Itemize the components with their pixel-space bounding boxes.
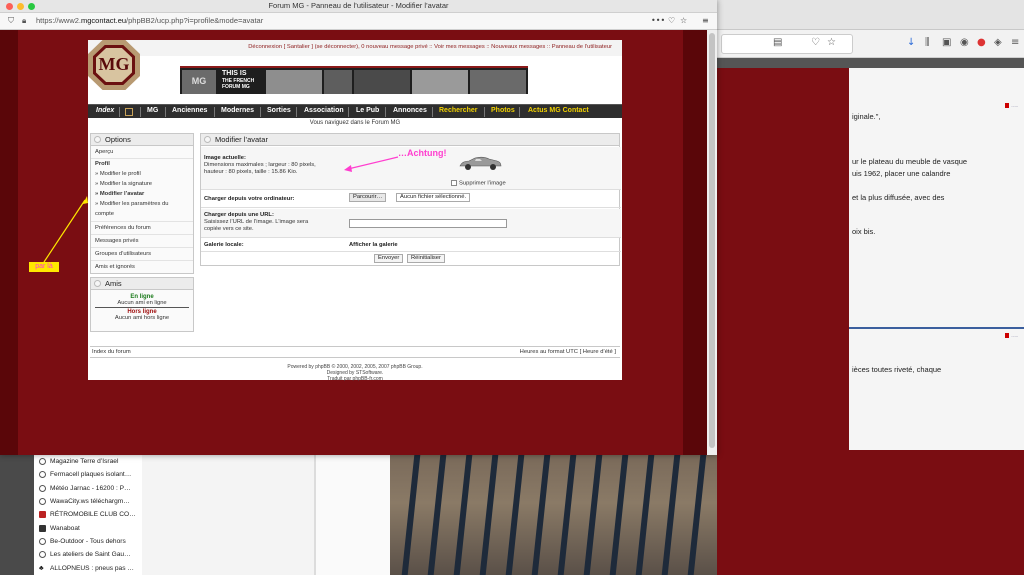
globe-icon	[39, 471, 46, 479]
library-icon[interactable]: ⫼	[925, 37, 930, 48]
bookmarks-list: Magazine Terre d’Israel Fermacell plaque…	[34, 455, 142, 575]
background-toolbar: ▤ ♡ ☆ ↓ ⫼ ▣ ◉ ● ◈ ≡	[717, 30, 1024, 58]
bookmark-item[interactable]: RÉTROMOBILE CLUB CO…	[34, 508, 142, 521]
bookmark-item[interactable]: ♣ ALLOPNEUS : pneus pas …	[34, 561, 142, 574]
background-text-line: ièces toutes riveté, chaque	[852, 365, 942, 374]
achtung-annotation: …Achtung!	[398, 148, 447, 158]
globe-icon	[39, 537, 46, 545]
background-text-line: ur le plateau du meuble de vasque	[852, 157, 968, 166]
background-photo	[390, 455, 717, 575]
bookmark-item[interactable]: Météo Jarnac - 16200 : P…	[34, 482, 142, 495]
bookmark-item[interactable]: Fermacell plaques isolant…	[34, 468, 142, 481]
bookmark-item[interactable]: Wanaboat	[34, 521, 142, 534]
reader-icon[interactable]: ▤	[773, 37, 782, 48]
background-browser-window: ▤ ♡ ☆ ↓ ⫼ ▣ ◉ ● ◈ ≡ ...... iginale.", ur…	[717, 0, 1024, 575]
globe-icon	[39, 484, 46, 492]
site-icon	[39, 524, 46, 532]
bookmark-item[interactable]: Les ateliers de Saint Gau…	[34, 548, 142, 561]
bookmark-item[interactable]: Be-Outdoor - Tous dehors	[34, 535, 142, 548]
background-text-line: uis 1962, placer une calandre	[852, 169, 951, 178]
post-badge: ......	[1005, 333, 1018, 339]
bookmark-item[interactable]: Magazine Terre d’Israel	[34, 455, 142, 468]
background-site-bar	[717, 58, 1024, 68]
par-la-annotation: par là	[29, 262, 59, 272]
desktop-strip	[0, 455, 34, 575]
sidebar-icon[interactable]: ▣	[942, 37, 951, 48]
bookmark-item[interactable]: WawaCity.ws téléchargm…	[34, 495, 142, 508]
background-text-line: iginale.",	[852, 112, 881, 121]
background-tab-strip	[717, 0, 1024, 30]
account-icon[interactable]: ◉	[960, 37, 969, 48]
extension-icon[interactable]: ◈	[994, 37, 1002, 48]
pocket-icon[interactable]: ♡	[811, 37, 820, 48]
adblock-icon[interactable]: ●	[977, 37, 986, 48]
background-text-line: oix bis.	[852, 227, 876, 236]
background-page-content: ...... iginale.", ur le plateau du meubl…	[849, 68, 1024, 450]
tree-icon: ♣	[39, 564, 44, 572]
bookmark-star-icon[interactable]: ☆	[827, 37, 836, 48]
site-icon	[39, 511, 46, 519]
menu-icon[interactable]: ≡	[1011, 37, 1019, 48]
globe-icon	[39, 458, 46, 466]
annotation-arrows	[43, 156, 399, 263]
post-badge: ......	[1005, 103, 1018, 109]
globe-icon	[39, 498, 46, 506]
post-separator	[849, 327, 1024, 329]
desktop-window-fragment	[142, 455, 314, 575]
background-text-line: et la plus diffusée, avec des	[852, 193, 945, 202]
desktop-window-fragment	[316, 455, 390, 575]
download-icon[interactable]: ↓	[907, 37, 915, 48]
globe-icon	[39, 551, 46, 559]
